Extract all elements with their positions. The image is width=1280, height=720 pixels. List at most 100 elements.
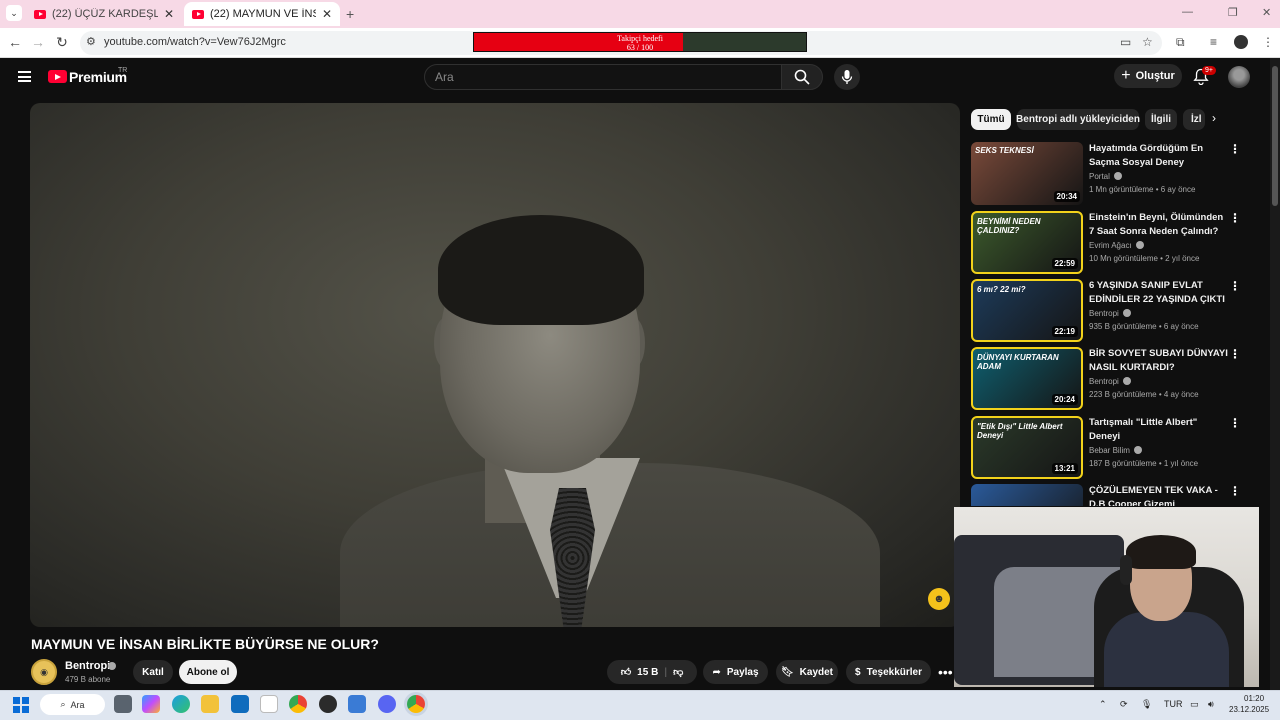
video-thumbnail[interactable]: "Etik Dışı" Little Albert Deneyi 13:21 — [971, 416, 1083, 479]
video-thumbnail[interactable]: SEKS TEKNESİ 20:34 — [971, 142, 1083, 205]
recommended-video[interactable]: 6 mı? 22 mi? 22:19 6 YAŞINDA SANIP EVLAT E… — [971, 279, 1243, 343]
task-view-icon[interactable] — [114, 695, 132, 713]
input-language[interactable]: TUR — [1164, 699, 1183, 709]
channel-name[interactable]: Bebar Bilim — [1089, 446, 1130, 455]
edge-icon[interactable] — [172, 695, 190, 713]
extensions-icon[interactable]: ⧉ — [1176, 35, 1185, 50]
minimize-icon[interactable]: — — [1182, 6, 1193, 18]
recommended-video-channel[interactable]: Portal — [1089, 172, 1122, 181]
chevron-right-icon[interactable]: › — [1212, 111, 1216, 125]
channel-name[interactable]: Bentropi — [1089, 309, 1119, 318]
chip-related[interactable]: İlgili — [1145, 109, 1177, 130]
channel-name[interactable]: Bentropi — [65, 660, 110, 672]
taskbar-search[interactable]: ⌕ Ara — [40, 694, 105, 715]
channel-name[interactable]: Portal — [1089, 172, 1110, 181]
dislike-icon[interactable]: 👎︎ — [673, 666, 683, 678]
windows-start-icon[interactable] — [13, 697, 29, 713]
video-thumbnail[interactable]: BEYNİMİ NEDEN ÇALDINIZ? 22:59 — [971, 211, 1083, 274]
recommended-video-channel[interactable]: Bentropi — [1089, 377, 1131, 386]
recommended-video-title[interactable]: Einstein'ın Beyni, Ölümünden 7 Saat Sonr… — [1089, 211, 1229, 239]
obs-icon[interactable] — [319, 695, 337, 713]
file-explorer-icon[interactable] — [201, 695, 219, 713]
bookmark-star-icon[interactable]: ☆ — [1142, 35, 1153, 49]
like-icon[interactable]: 👍︎ — [621, 666, 631, 678]
video-menu-kebab-icon[interactable]: ⋮ — [1229, 211, 1241, 225]
profile-avatar[interactable] — [1234, 35, 1248, 49]
outlook-icon[interactable] — [231, 695, 249, 713]
volume-icon[interactable]: 🔊︎ — [1208, 699, 1214, 710]
tray-overflow-icon[interactable]: ⌃ — [1099, 699, 1107, 710]
browser-tab-active[interactable]: (22) MAYMUN VE İNSAN BİRLİK ✕ — [184, 2, 340, 26]
recommended-video[interactable]: ÇÖZÜLEMEYEN TEK VAKA - D.B Cooper Gizemi… — [971, 484, 1243, 506]
video-menu-kebab-icon[interactable]: ⋮ — [1229, 142, 1241, 156]
forward-icon[interactable]: → — [29, 34, 47, 50]
scrollbar-thumb[interactable] — [1272, 66, 1278, 206]
recommended-video[interactable]: BEYNİMİ NEDEN ÇALDINIZ? 22:59 Einstein'ın … — [971, 211, 1243, 275]
browser-tab[interactable]: (22) ÜÇÜZ KARDEŞLER FARKLI Ş ✕ — [26, 2, 182, 26]
menu-kebab-icon[interactable]: ⋮ — [1262, 35, 1274, 49]
recommended-video[interactable]: DÜNYAYI KURTARAN ADAM 20:24 BİR SOVYET SUB… — [971, 347, 1243, 411]
chrome-active-icon[interactable] — [407, 695, 425, 713]
video-menu-kebab-icon[interactable]: ⋮ — [1229, 484, 1241, 498]
video-menu-kebab-icon[interactable]: ⋮ — [1229, 416, 1241, 430]
like-count[interactable]: 15 B — [637, 667, 658, 678]
recommended-video[interactable]: SEKS TEKNESİ 20:34 Hayatımda Gördüğüm En S… — [971, 142, 1243, 206]
chip-watched[interactable]: İzl — [1183, 109, 1205, 130]
recommended-video[interactable]: "Etik Dışı" Little Albert Deneyi 13:21 Tar… — [971, 416, 1243, 480]
voice-search-button[interactable] — [834, 64, 860, 90]
more-actions-icon[interactable]: ••• — [938, 664, 953, 680]
video-thumbnail[interactable]: DÜNYAYI KURTARAN ADAM 20:24 — [971, 347, 1083, 410]
share-button[interactable]: ➦ Paylaş — [703, 660, 768, 684]
back-icon[interactable]: ← — [6, 34, 24, 50]
channel-watermark-icon[interactable]: ☻ — [928, 588, 950, 610]
video-menu-kebab-icon[interactable]: ⋮ — [1229, 279, 1241, 293]
join-button[interactable]: Katıl — [133, 660, 173, 684]
tab-list-button[interactable]: ⌄ — [6, 5, 22, 21]
tray-mic-icon[interactable]: 🎙︎ — [1141, 699, 1152, 710]
recommended-video-title[interactable]: ÇÖZÜLEMEYEN TEK VAKA - D.B Cooper Gizemi — [1089, 484, 1229, 506]
recommended-video-title[interactable]: Hayatımda Gördüğüm En Saçma Sosyal Deney — [1089, 142, 1229, 170]
youtube-logo-icon[interactable] — [48, 70, 67, 83]
close-window-icon[interactable]: ✕ — [1262, 6, 1271, 19]
discord-icon[interactable] — [378, 695, 396, 713]
recommended-video-channel[interactable]: Bebar Bilim — [1089, 446, 1142, 455]
thanks-button[interactable]: $ Teşekkürler — [846, 660, 931, 684]
clock-time[interactable]: 01:20 — [1244, 694, 1264, 703]
cast-icon[interactable]: ▭ — [1120, 35, 1131, 49]
recommended-video-title[interactable]: Tartışmalı "Little Albert" Deneyi — [1089, 416, 1229, 444]
store-icon[interactable] — [348, 695, 366, 713]
network-icon[interactable]: ▭ — [1190, 699, 1199, 710]
video-player[interactable] — [30, 103, 960, 627]
site-info-icon[interactable]: ⚙ — [86, 35, 96, 48]
video-menu-kebab-icon[interactable]: ⋮ — [1229, 347, 1241, 361]
recommended-video-channel[interactable]: Bentropi — [1089, 309, 1131, 318]
video-thumbnail[interactable]: 6 mı? 22 mi? 22:19 — [971, 279, 1083, 342]
recommended-video-title[interactable]: BİR SOVYET SUBAYI DÜNYAYI NASIL KURTARDI… — [1089, 347, 1229, 375]
like-dislike-group[interactable]: 👍︎ 15 B | 👎︎ — [607, 660, 697, 684]
close-tab-icon[interactable]: ✕ — [322, 7, 332, 21]
account-avatar[interactable] — [1228, 66, 1250, 88]
search-input[interactable]: Ara — [424, 64, 782, 90]
chip-from-uploader[interactable]: Bentropi adlı yükleyiciden — [1016, 109, 1140, 130]
clock-date[interactable]: 23.12.2025 — [1229, 705, 1269, 714]
close-tab-icon[interactable]: ✕ — [164, 7, 174, 21]
video-thumbnail[interactable] — [971, 484, 1083, 506]
recommended-video-channel[interactable]: Evrim Ağacı — [1089, 241, 1144, 250]
new-tab-button[interactable]: + — [346, 6, 354, 22]
document-icon[interactable] — [260, 695, 278, 713]
subscribe-button[interactable]: Abone ol — [179, 660, 237, 684]
url-text[interactable]: youtube.com/watch?v=Vew76J2Mgrc — [104, 36, 286, 48]
recommended-video-title[interactable]: 6 YAŞINDA SANIP EVLAT EDİNDİLER 22 YAŞIN… — [1089, 279, 1229, 307]
search-button[interactable] — [781, 64, 823, 90]
create-button[interactable]: + Oluştur — [1114, 64, 1182, 88]
tray-sync-icon[interactable]: ⟳ — [1120, 699, 1128, 710]
maximize-icon[interactable]: ❐ — [1228, 6, 1238, 19]
hamburger-menu-icon[interactable] — [18, 71, 31, 82]
save-button[interactable]: 🔖︎ Kaydet — [776, 660, 838, 684]
chip-all[interactable]: Tümü — [971, 109, 1011, 130]
channel-name[interactable]: Evrim Ağacı — [1089, 241, 1132, 250]
chrome-icon[interactable] — [289, 695, 307, 713]
reload-icon[interactable]: ↻ — [53, 34, 71, 51]
media-control-icon[interactable]: ≡ — [1210, 35, 1217, 49]
copilot-icon[interactable] — [142, 695, 160, 713]
